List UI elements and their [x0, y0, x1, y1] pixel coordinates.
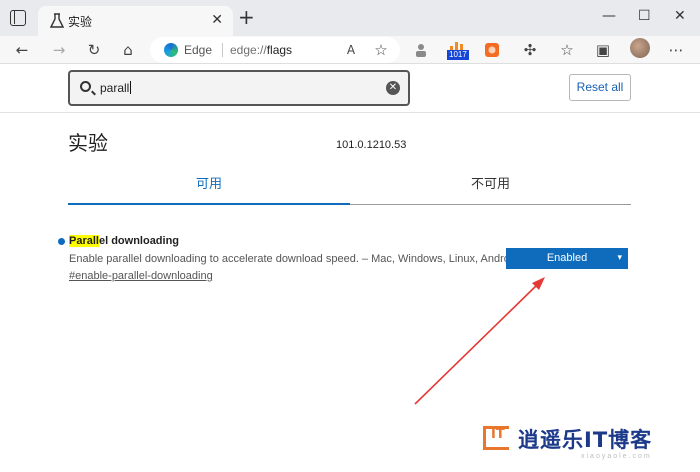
- watermark: IT 逍遥乐IT博客 xiaoyaole.com: [483, 423, 693, 463]
- annotation-arrow: [414, 277, 545, 405]
- watermark-text: 逍遥乐IT博客: [518, 428, 653, 452]
- watermark-subtext: xiaoyaole.com: [581, 453, 652, 460]
- watermark-logo-text: IT: [491, 427, 505, 442]
